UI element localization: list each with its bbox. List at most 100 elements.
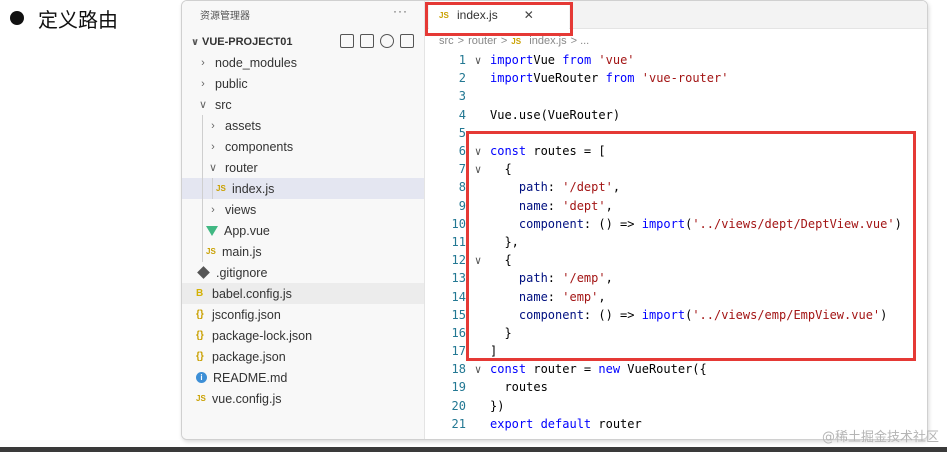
js-file-icon: JS bbox=[206, 247, 216, 256]
code-token: VueRouter({ bbox=[620, 362, 707, 377]
line-number: 2 bbox=[458, 71, 466, 86]
bottom-bar bbox=[0, 447, 947, 452]
breadcrumb: src > router > JS index.js > ... bbox=[439, 35, 589, 47]
indent-guide bbox=[202, 157, 203, 178]
line-code: routes bbox=[490, 380, 548, 395]
tree-item-label: .gitignore bbox=[216, 265, 268, 280]
refresh-icon[interactable] bbox=[380, 34, 394, 48]
tree-item-jsconfig-json[interactable]: {} jsconfig.json bbox=[182, 304, 424, 325]
js-file-icon: JS bbox=[216, 184, 226, 193]
line-number: 7 bbox=[458, 162, 466, 177]
line-code: }) bbox=[490, 399, 504, 413]
tree-item-label: router bbox=[225, 160, 258, 175]
line-number: 11 bbox=[451, 234, 466, 249]
tree-item-readme-md[interactable]: i README.md bbox=[182, 367, 424, 388]
line-number: 6 bbox=[458, 144, 466, 159]
line-number: 16 bbox=[451, 325, 466, 340]
tree-item-views[interactable]: › views bbox=[182, 199, 424, 220]
breadcrumb-item[interactable]: > ... bbox=[571, 35, 590, 47]
line-number: 1 bbox=[458, 53, 466, 68]
line-number: 14 bbox=[451, 289, 466, 304]
code-token: routes bbox=[490, 380, 548, 395]
breadcrumb-separator: > bbox=[500, 35, 508, 47]
line-number: 8 bbox=[458, 180, 466, 195]
tree-item-label: node_modules bbox=[215, 55, 298, 70]
more-actions-icon[interactable]: ··· bbox=[393, 4, 408, 18]
tab-highlight-box bbox=[425, 2, 573, 36]
code-line[interactable]: 4 Vue.use(VueRouter) bbox=[425, 106, 927, 124]
tree-item-label: jsconfig.json bbox=[212, 307, 281, 322]
line-code: importVueRouter from 'vue-router' bbox=[490, 71, 728, 85]
code-token: router bbox=[591, 416, 642, 431]
line-number: 12 bbox=[451, 253, 466, 268]
tree-item-app-vue[interactable]: App.vue bbox=[182, 220, 424, 241]
code-token: const bbox=[490, 362, 527, 377]
code-token: Vue.use(VueRouter) bbox=[490, 107, 621, 122]
tree-item-components[interactable]: › components bbox=[182, 136, 424, 157]
code-token: Vue bbox=[533, 53, 563, 68]
json-file-icon: {} bbox=[196, 351, 204, 362]
fold-chevron-icon[interactable]: ∨ bbox=[466, 363, 490, 376]
tree-item-main-js[interactable]: JS main.js bbox=[182, 241, 424, 262]
tree-item-label: index.js bbox=[232, 181, 275, 196]
tree-item-label: src bbox=[215, 97, 232, 112]
new-folder-icon[interactable] bbox=[360, 34, 374, 48]
code-token: export default bbox=[490, 416, 592, 431]
project-name: VUE-PROJECT01 bbox=[202, 36, 293, 48]
tree-item-package-json[interactable]: {} package.json bbox=[182, 346, 424, 367]
babel-file-icon: B bbox=[196, 288, 204, 299]
code-line[interactable]: 1 ∨ importVue from 'vue' bbox=[425, 51, 927, 69]
collapse-all-icon[interactable] bbox=[400, 34, 414, 48]
chevron-down-icon: ∨ bbox=[198, 99, 208, 111]
json-file-icon: {} bbox=[196, 330, 204, 341]
indent-guide bbox=[202, 178, 203, 199]
tree-item-vue-config-js[interactable]: JS vue.config.js bbox=[182, 388, 424, 409]
chevron-right-icon: › bbox=[211, 119, 215, 132]
indent-guide bbox=[202, 136, 203, 157]
code-token: import bbox=[490, 53, 534, 68]
vue-file-icon bbox=[206, 225, 218, 236]
tree-item-label: components bbox=[225, 139, 294, 154]
chevron-right-icon: › bbox=[211, 203, 215, 216]
code-line[interactable]: 18 ∨ const router = new VueRouter({ bbox=[425, 360, 927, 378]
indent-guide bbox=[202, 241, 203, 262]
breadcrumb-item[interactable]: src bbox=[439, 35, 454, 47]
tree-item-src[interactable]: ∨ src bbox=[182, 94, 424, 115]
code-line[interactable]: 2 importVueRouter from 'vue-router' bbox=[425, 69, 927, 87]
code-token: VueRouter bbox=[533, 71, 606, 86]
line-number: 17 bbox=[451, 344, 466, 359]
line-number: 21 bbox=[451, 416, 466, 431]
breadcrumb-separator: > bbox=[457, 35, 465, 47]
tree-item-package-lock-json[interactable]: {} package-lock.json bbox=[182, 325, 424, 346]
line-code: Vue.use(VueRouter) bbox=[490, 108, 620, 122]
tree-item-router[interactable]: ∨ router bbox=[182, 157, 424, 178]
code-line[interactable]: 20}) bbox=[425, 397, 927, 415]
line-number: 3 bbox=[458, 89, 466, 104]
line-code: const router = new VueRouter({ bbox=[490, 362, 707, 376]
line-number: 18 bbox=[451, 362, 466, 377]
chevron-right-icon: › bbox=[201, 56, 205, 69]
code-token: router = bbox=[526, 362, 599, 377]
code-token: import bbox=[490, 71, 534, 86]
breadcrumb-item[interactable]: router bbox=[468, 35, 497, 47]
code-line[interactable]: 3 bbox=[425, 87, 927, 105]
new-file-icon[interactable] bbox=[340, 34, 354, 48]
file-tree: › node_modules › public ∨ src › assets › componen… bbox=[182, 52, 424, 409]
info-icon: i bbox=[196, 372, 207, 383]
tree-item--gitignore[interactable]: .gitignore bbox=[182, 262, 424, 283]
code-token: from bbox=[562, 53, 592, 68]
tree-item-label: main.js bbox=[222, 244, 262, 259]
tree-item-index-js[interactable]: JS index.js bbox=[182, 178, 424, 199]
indent-guide bbox=[202, 220, 203, 241]
chevron-right-icon: › bbox=[201, 77, 205, 90]
tree-item-public[interactable]: › public bbox=[182, 73, 424, 94]
tree-item-assets[interactable]: › assets bbox=[182, 115, 424, 136]
line-number: 19 bbox=[451, 380, 466, 395]
tree-item-label: README.md bbox=[213, 370, 288, 385]
fold-chevron-icon[interactable]: ∨ bbox=[466, 54, 490, 67]
tree-item-node-modules[interactable]: › node_modules bbox=[182, 52, 424, 73]
tree-item-babel-config-js[interactable]: Bbabel.config.js bbox=[182, 283, 424, 304]
js-file-icon: JS bbox=[196, 394, 206, 403]
code-line[interactable]: 19 routes bbox=[425, 378, 927, 396]
breadcrumb-item[interactable]: index.js bbox=[529, 35, 566, 47]
